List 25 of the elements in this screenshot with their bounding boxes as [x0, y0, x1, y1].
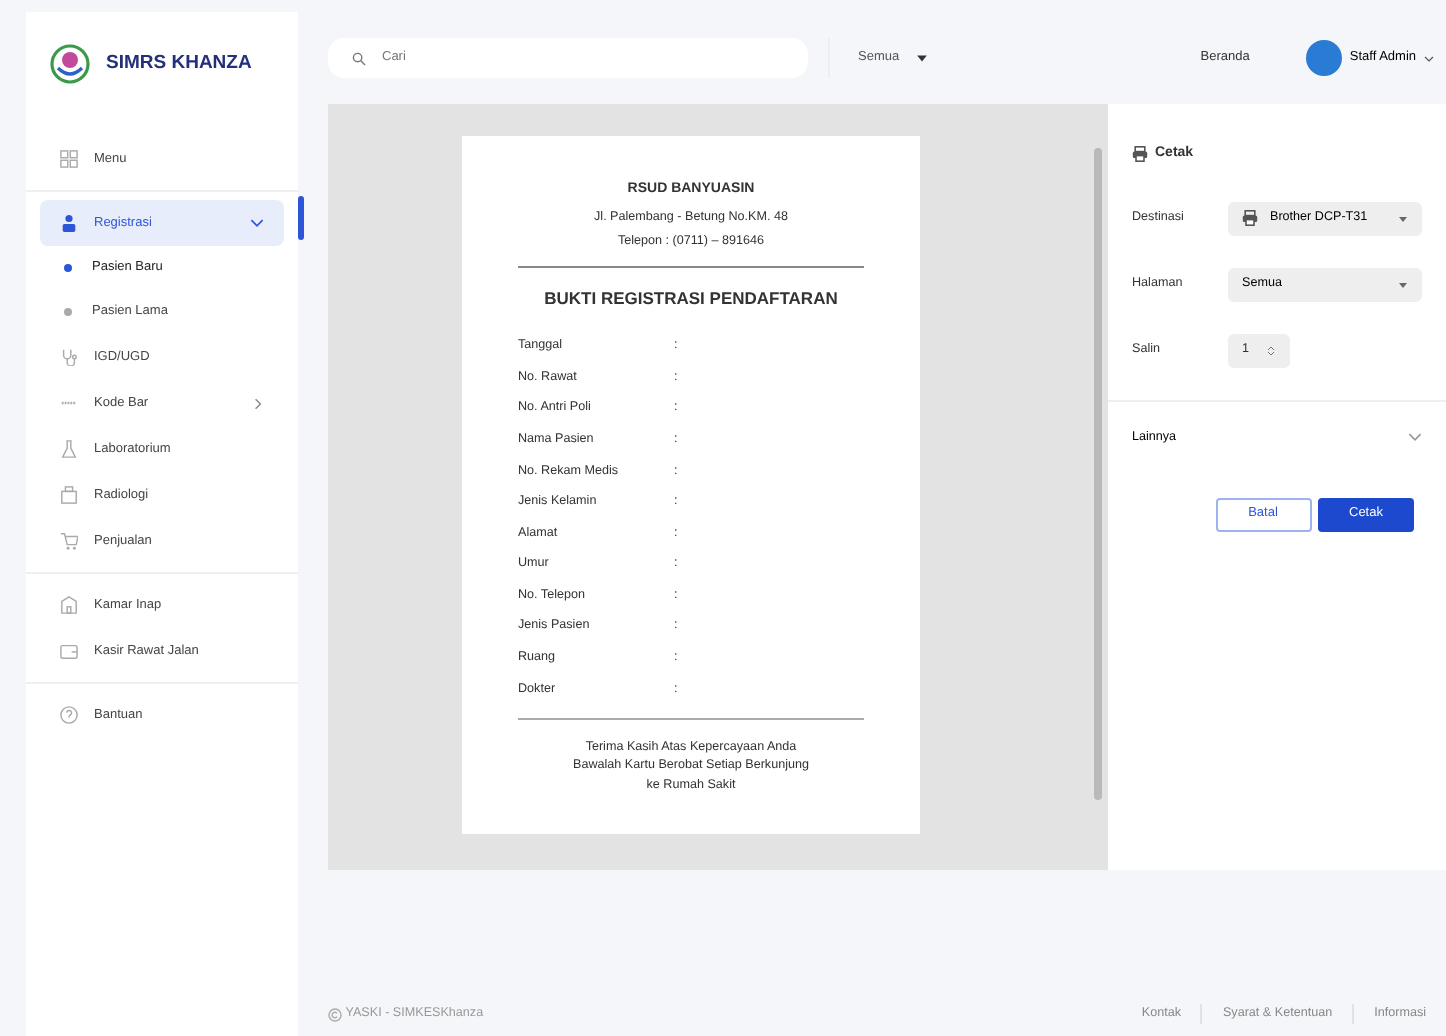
- brand-name: SIMRS KHANZA: [106, 49, 252, 78]
- chevron-down-icon: [1408, 430, 1422, 444]
- grid-icon: [60, 150, 78, 168]
- dropdown-caret-icon: [1398, 279, 1408, 289]
- avatar: [1305, 40, 1342, 76]
- printer-icon: [1242, 210, 1258, 226]
- active-indicator: [298, 196, 304, 240]
- wallet-icon: [60, 642, 78, 660]
- person-icon: [60, 214, 78, 232]
- flask-icon: [60, 440, 78, 458]
- stethoscope-icon: [60, 348, 78, 366]
- cart-icon: [60, 532, 78, 550]
- hospital-logo: [50, 44, 90, 84]
- building-icon: [60, 596, 78, 614]
- help-icon: [60, 706, 78, 724]
- spinner-arrows-icon: [1266, 343, 1276, 357]
- dropdown-caret-icon: [1398, 213, 1408, 223]
- search-icon: [352, 51, 366, 65]
- document-title: BUKTI REGISTRASI PENDAFTARAN: [542, 286, 840, 313]
- chevron-down-icon: [250, 216, 264, 230]
- copyright-icon: [328, 1007, 342, 1021]
- dropdown-caret-icon: [915, 52, 928, 64]
- chevron-right-icon: [252, 397, 264, 409]
- chevron-down-icon: [1424, 53, 1434, 63]
- printer-icon: [1132, 146, 1148, 163]
